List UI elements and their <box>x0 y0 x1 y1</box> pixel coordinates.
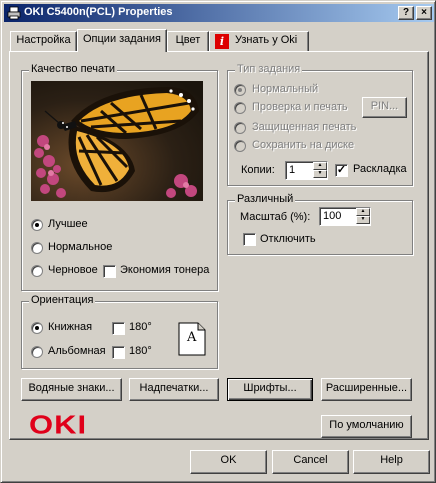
rotate-portrait-checkbox[interactable] <box>112 322 125 335</box>
job-store-radio[interactable] <box>234 140 246 152</box>
window-title: OKI C5400n(PCL) Properties <box>24 6 173 18</box>
quality-draft-radio[interactable] <box>31 265 43 277</box>
print-quality-preview-image <box>31 81 203 201</box>
tab-ask-oki[interactable]: i Узнать у Oki <box>209 31 309 51</box>
copies-up-arrow-icon[interactable]: ▲ <box>313 162 327 170</box>
tab-ask-oki-label: Узнать у Oki <box>235 34 298 46</box>
portrait-radio[interactable] <box>31 322 43 334</box>
rotate-landscape-label: 180° <box>129 345 152 357</box>
tab-setup[interactable]: Настройка <box>10 31 77 51</box>
defaults-button[interactable]: По умолчанию <box>321 415 412 438</box>
pin-button[interactable]: PIN... <box>362 97 407 118</box>
job-store-label: Сохранить на диске <box>252 139 355 151</box>
portrait-label: Книжная <box>48 321 93 333</box>
advanced-button[interactable]: Расширенные... <box>321 378 412 401</box>
copies-down-arrow-icon[interactable]: ▼ <box>313 170 327 178</box>
overlays-button[interactable]: Надпечатки... <box>129 378 219 401</box>
scale-label: Масштаб (%): <box>240 211 311 223</box>
job-type-title: Тип задания <box>235 63 303 75</box>
disable-label: Отключить <box>260 233 316 245</box>
watermarks-button[interactable]: Водяные знаки... <box>21 378 122 401</box>
butterfly-image <box>31 81 203 201</box>
oki-logo-text: OKI <box>29 409 88 440</box>
info-icon: i <box>215 34 229 49</box>
job-proof-radio[interactable] <box>234 102 246 114</box>
copies-label: Копии: <box>241 164 275 176</box>
scale-down-arrow-icon[interactable]: ▼ <box>356 216 370 224</box>
rotate-landscape-checkbox[interactable] <box>112 346 125 359</box>
scale-spinner[interactable]: 100 ▲ ▼ <box>319 207 371 226</box>
quality-normal-label: Нормальное <box>48 241 113 253</box>
quality-draft-label: Черновое <box>48 264 98 276</box>
job-proof-label: Проверка и печать <box>252 101 348 113</box>
cancel-button[interactable]: Cancel <box>272 450 349 474</box>
toner-saving-label: Экономия тонера <box>120 264 210 276</box>
toner-saving-checkbox[interactable] <box>103 265 116 278</box>
tab-job-options[interactable]: Опции задания <box>77 29 167 52</box>
quality-normal-radio[interactable] <box>31 242 43 254</box>
quality-best-label: Лучшее <box>48 218 88 230</box>
landscape-radio[interactable] <box>31 346 43 358</box>
copies-value: 1 <box>289 164 296 176</box>
printer-icon <box>7 6 21 20</box>
job-normal-label: Нормальный <box>252 83 319 95</box>
job-normal-radio[interactable] <box>234 84 246 96</box>
orientation-title: Ориентация <box>29 294 96 306</box>
title-help-button[interactable]: ? <box>398 6 414 20</box>
scale-up-arrow-icon[interactable]: ▲ <box>356 208 370 216</box>
print-quality-title: Качество печати <box>29 63 118 75</box>
disable-checkbox[interactable] <box>243 233 256 246</box>
scale-value: 100 <box>323 210 342 222</box>
oki-logo: OKI <box>29 411 87 438</box>
quality-best-radio[interactable] <box>31 219 43 231</box>
rotate-portrait-label: 180° <box>129 321 152 333</box>
landscape-label: Альбомная <box>48 345 106 357</box>
collate-label: Раскладка <box>353 163 407 175</box>
misc-title: Различный <box>235 193 296 205</box>
ok-button[interactable]: OK <box>190 450 267 474</box>
properties-window: OKI C5400n(PCL) Properties ? × Настройка… <box>0 0 436 483</box>
collate-checkbox[interactable]: ✓ <box>335 164 348 177</box>
copies-spinner[interactable]: 1 ▲ ▼ <box>285 161 328 180</box>
orientation-icon-letter: A <box>187 330 197 345</box>
help-button[interactable]: Help <box>353 450 430 474</box>
job-secure-label: Защищенная печать <box>252 121 357 133</box>
title-bar: OKI C5400n(PCL) Properties ? × <box>4 4 434 22</box>
fonts-button[interactable]: Шрифты... <box>227 378 313 401</box>
tab-color[interactable]: Цвет <box>167 31 209 51</box>
job-secure-radio[interactable] <box>234 122 246 134</box>
title-close-button[interactable]: × <box>416 6 432 20</box>
